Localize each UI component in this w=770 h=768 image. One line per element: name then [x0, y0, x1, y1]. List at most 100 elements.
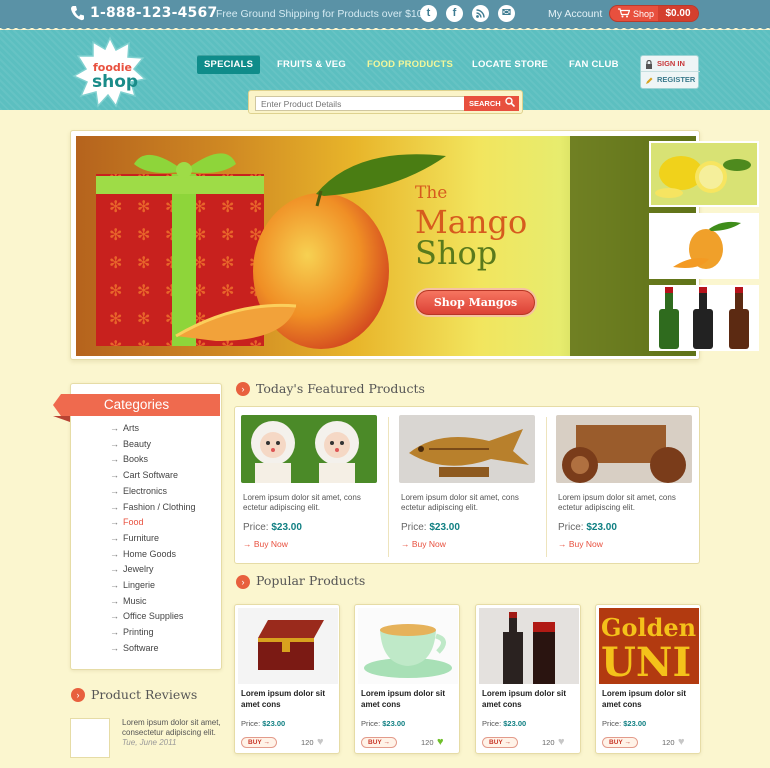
nav-fruits-veg[interactable]: FRUITS & VEG: [277, 55, 346, 74]
buy-label: BUY: [609, 739, 623, 746]
popular-product-card[interactable]: Lorem ipsum dolor sit amet cons Price: $2…: [475, 604, 581, 754]
hero-thumb-bottles[interactable]: [649, 285, 759, 351]
category-item[interactable]: → Lingerie: [110, 580, 155, 590]
search-button[interactable]: SEARCH: [464, 96, 519, 111]
nav-food-products[interactable]: FOOD PRODUCTS: [367, 55, 453, 74]
category-item[interactable]: → Music: [110, 596, 147, 606]
popular-product-card[interactable]: Lorem ipsum dolor sit amet cons Price: $2…: [354, 604, 460, 754]
category-label: Home Goods: [123, 548, 177, 559]
category-label: Books: [123, 454, 149, 465]
price-value: $23.00: [262, 719, 286, 728]
nav-specials[interactable]: SPECIALS: [197, 55, 261, 74]
auth-box: SIGN IN REGISTER: [640, 55, 700, 89]
price-label: Price:: [602, 719, 622, 728]
mail-icon[interactable]: ✉: [498, 5, 515, 22]
product-image[interactable]: Golden UNI: [599, 608, 699, 684]
price-label: Price:: [558, 522, 584, 533]
category-item[interactable]: → Jewelry: [110, 564, 154, 574]
arrow-right-icon: →: [110, 454, 119, 465]
category-item[interactable]: → Fashion / Clothing: [110, 502, 196, 512]
hero-title-line3: Shop: [415, 234, 498, 272]
buy-button[interactable]: BUY →: [241, 737, 277, 748]
featured-image-wood[interactable]: [556, 415, 692, 483]
nav-locate-store[interactable]: LOCATE STORE: [472, 55, 548, 74]
twitter-icon[interactable]: t: [420, 5, 437, 22]
sign-in-label: SIGN IN: [657, 59, 685, 68]
category-item[interactable]: → Printing: [110, 627, 154, 637]
facebook-icon[interactable]: f: [446, 5, 463, 22]
search-input[interactable]: [255, 96, 465, 111]
price-value: $23.00: [623, 719, 647, 728]
like-count: 120: [662, 738, 675, 747]
arrow-right-icon: →: [110, 642, 119, 653]
divider: [546, 417, 547, 557]
chevron-right-icon: ›: [236, 382, 250, 396]
arrow-right-icon: →: [243, 539, 254, 549]
category-label: Food: [123, 517, 144, 528]
category-item[interactable]: → Books: [110, 454, 148, 464]
category-item[interactable]: → Food: [110, 517, 144, 527]
hero-thumb-lemons[interactable]: [649, 141, 759, 207]
heart-icon[interactable]: ♥: [678, 736, 685, 748]
arrow-right-icon: →: [110, 564, 119, 575]
heart-icon[interactable]: ♥: [317, 736, 324, 748]
phone-icon: [70, 5, 84, 21]
category-item[interactable]: → Beauty: [110, 439, 151, 449]
featured-image-dolls[interactable]: [241, 415, 377, 483]
product-price: Price: $23.00: [602, 719, 646, 728]
buy-button[interactable]: BUY →: [482, 737, 518, 748]
product-price: Price: $23.00: [361, 719, 405, 728]
category-label: Electronics: [123, 485, 168, 496]
heart-icon[interactable]: ♥: [437, 736, 444, 748]
rss-icon[interactable]: [472, 5, 489, 22]
arrow-right-icon: →: [110, 627, 119, 638]
ribbon-tail: [53, 416, 70, 422]
shop-mangos-button[interactable]: Shop Mangos: [416, 290, 535, 315]
buy-now-link[interactable]: → Buy Now: [558, 539, 603, 549]
product-image[interactable]: [358, 608, 458, 684]
sign-in-button[interactable]: SIGN IN: [641, 56, 700, 72]
price-value: $23.00: [503, 719, 527, 728]
like-count: 120: [421, 738, 434, 747]
hero-banner: ✻: [70, 130, 759, 360]
category-item[interactable]: → Office Supplies: [110, 611, 183, 621]
arrow-right-icon: →: [558, 539, 569, 549]
price-value: $23.00: [586, 522, 617, 533]
register-button[interactable]: REGISTER: [641, 72, 700, 88]
buy-now-link[interactable]: → Buy Now: [243, 539, 288, 549]
category-label: Office Supplies: [123, 611, 184, 622]
category-label: Furniture: [123, 532, 160, 543]
arrow-right-icon: →: [110, 485, 119, 496]
my-account-link[interactable]: My Account: [548, 8, 602, 20]
category-item[interactable]: → Home Goods: [110, 549, 176, 559]
product-price: Price: $23.00: [482, 719, 526, 728]
logo[interactable]: foodie shop: [72, 36, 148, 112]
buy-button[interactable]: BUY →: [602, 737, 638, 748]
category-item[interactable]: → Furniture: [110, 533, 159, 543]
arrow-right-icon: →: [110, 438, 119, 449]
cart-button[interactable]: Shop $0.00: [609, 5, 699, 22]
product-image[interactable]: [479, 608, 579, 684]
buy-now-link[interactable]: → Buy Now: [401, 539, 446, 549]
category-item[interactable]: → Arts: [110, 423, 139, 433]
featured-price: Price: $23.00: [558, 522, 617, 533]
heart-icon[interactable]: ♥: [558, 736, 565, 748]
category-label: Printing: [123, 627, 154, 638]
featured-image-fish[interactable]: [399, 415, 535, 483]
category-item[interactable]: → Software: [110, 643, 159, 653]
popular-product-card[interactable]: Lorem ipsum dolor sit amet cons Price: $2…: [234, 604, 340, 754]
nav-fan-club[interactable]: FAN CLUB: [569, 55, 619, 74]
buy-button[interactable]: BUY →: [361, 737, 397, 748]
category-item[interactable]: → Electronics: [110, 486, 167, 496]
featured-description: Lorem ipsum dolor sit amet, cons ectetur…: [243, 493, 361, 512]
popular-product-card[interactable]: Golden UNI Lorem ipsum dolor sit amet cons…: [595, 604, 701, 754]
category-item[interactable]: → Cart Software: [110, 470, 178, 480]
hero-thumb-mango[interactable]: [649, 213, 759, 279]
arrow-right-icon: →: [110, 548, 119, 559]
ribbon-notch: [53, 394, 61, 416]
arrow-right-icon: →: [110, 423, 119, 433]
product-image[interactable]: [238, 608, 338, 684]
category-label: Beauty: [123, 438, 152, 449]
category-label: Lingerie: [123, 580, 156, 590]
category-label: Arts: [123, 423, 140, 433]
